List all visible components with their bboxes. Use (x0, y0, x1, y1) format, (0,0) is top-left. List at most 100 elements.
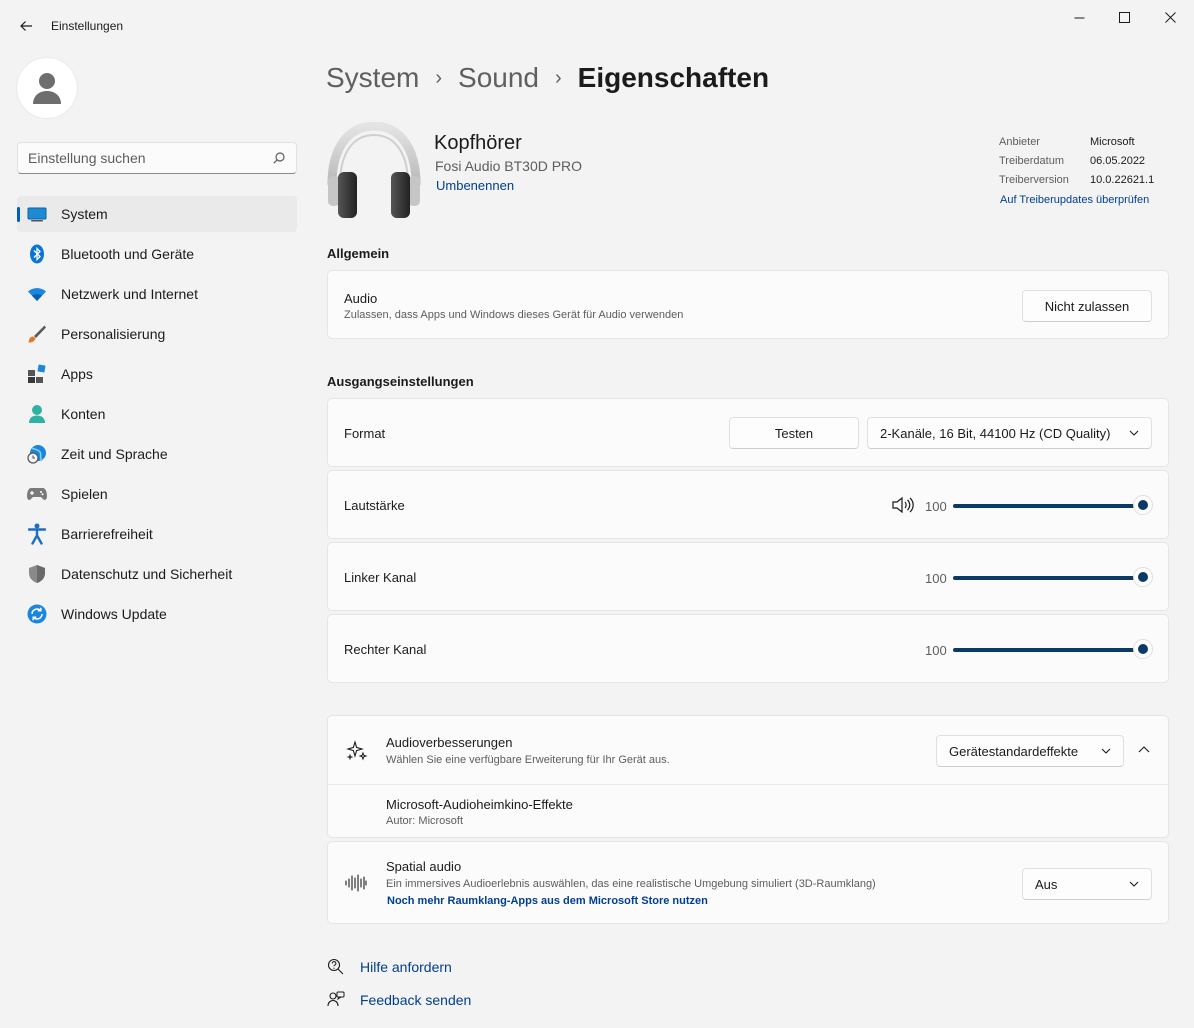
minimize-icon (1074, 17, 1084, 18)
right-channel-value: 100 (925, 643, 947, 658)
divider (328, 784, 1168, 785)
volume-slider-thumb[interactable] (1133, 495, 1153, 515)
right-channel-card: Rechter Kanal 100 (327, 614, 1169, 683)
back-arrow-icon (20, 21, 32, 31)
spatial-audio-title: Spatial audio (386, 859, 462, 874)
enhancements-subtitle: Wählen Sie eine verfügbare Erweiterung f… (386, 754, 670, 766)
left-channel-value: 100 (925, 571, 947, 586)
update-icon (27, 604, 47, 624)
chevron-down-icon (1129, 430, 1139, 436)
spatial-audio-dropdown-value: Aus (1035, 877, 1058, 892)
volume-value: 100 (925, 499, 947, 514)
minimize-button[interactable] (1056, 0, 1102, 34)
sparkle-icon (346, 740, 368, 761)
sidebar-item-label: Konten (61, 406, 106, 422)
sidebar-item-network[interactable]: Netzwerk und Internet (17, 276, 297, 312)
help-link[interactable]: Hilfe anfordern (360, 959, 452, 975)
maximize-icon (1118, 11, 1130, 23)
shield-icon (27, 564, 47, 584)
sidebar-item-label: System (61, 206, 108, 222)
left-channel-label: Linker Kanal (344, 570, 417, 585)
sidebar-item-accessibility[interactable]: Barrierefreiheit (17, 516, 297, 552)
settings-search[interactable] (17, 142, 297, 174)
spatial-audio-icon (345, 874, 367, 892)
bluetooth-icon (27, 244, 47, 264)
format-dropdown-value: 2-Kanäle, 16 Bit, 44100 Hz (CD Quality) (880, 426, 1111, 441)
account-icon (27, 404, 47, 424)
breadcrumb-system[interactable]: System (326, 62, 419, 94)
driver-update-link[interactable]: Auf Treiberupdates überprüfen (1000, 194, 1149, 206)
feedback-icon (327, 991, 345, 1007)
enhancements-title: Audioverbesserungen (386, 735, 513, 750)
sidebar-item-label: Spielen (61, 486, 108, 502)
left-channel-slider-thumb[interactable] (1133, 567, 1153, 587)
sidebar-item-time-language[interactable]: Zeit und Sprache (17, 436, 297, 472)
chevron-down-icon (1101, 748, 1111, 754)
page-title: Eigenschaften (577, 62, 770, 93)
close-button[interactable] (1147, 0, 1193, 34)
right-channel-label: Rechter Kanal (344, 642, 427, 657)
sidebar-item-accounts[interactable]: Konten (17, 396, 297, 432)
spatial-audio-subtitle: Ein immersives Audioerlebnis auswählen, … (386, 878, 876, 890)
chevron-down-icon (1129, 881, 1139, 887)
headphones-icon (327, 122, 421, 218)
spatial-audio-dropdown[interactable]: Aus (1022, 868, 1152, 900)
back-button[interactable] (12, 12, 40, 40)
sidebar-item-bluetooth[interactable]: Bluetooth und Geräte (17, 236, 297, 272)
volume-slider-track[interactable] (953, 504, 1143, 508)
format-card: Format Testen 2-Kanäle, 16 Bit, 44100 Hz… (327, 398, 1169, 467)
spatial-store-link[interactable]: Noch mehr Raumklang-Apps aus dem Microso… (387, 895, 708, 907)
breadcrumb: System › Sound › Eigenschaften (326, 58, 769, 98)
breadcrumb-separator: › (435, 66, 443, 89)
enhancements-dropdown[interactable]: Gerätestandardeffekte (936, 735, 1124, 767)
left-channel-slider-track[interactable] (953, 576, 1143, 580)
section-title-output: Ausgangseinstellungen (327, 374, 474, 389)
info-row-driver-version: Treiberversion 10.0.22621.1 (999, 174, 1154, 193)
breadcrumb-sound[interactable]: Sound (458, 62, 539, 94)
user-icon (33, 73, 61, 104)
sidebar-item-label: Bluetooth und Geräte (61, 246, 195, 262)
breadcrumb-separator: › (555, 66, 562, 89)
sidebar-item-personalization[interactable]: Personalisierung (17, 316, 297, 352)
format-label: Format (344, 426, 386, 441)
info-key: Treiberversion (999, 174, 1069, 186)
device-model: Fosi Audio BT30D PRO (435, 158, 583, 174)
system-icon (27, 204, 47, 224)
search-icon[interactable] (273, 152, 285, 164)
left-channel-card: Linker Kanal 100 (327, 542, 1169, 611)
app-title: Einstellungen (51, 19, 124, 33)
info-key: Treiberdatum (999, 155, 1065, 167)
help-icon (327, 958, 344, 975)
avatar[interactable] (17, 58, 77, 118)
chevron-up-icon[interactable] (1138, 745, 1150, 754)
rename-link[interactable]: Umbenennen (436, 178, 514, 193)
accessibility-icon (27, 523, 47, 545)
info-value: 06.05.2022 (1090, 155, 1146, 167)
sidebar-item-apps[interactable]: Apps (17, 356, 297, 392)
sidebar-item-label: Personalisierung (61, 326, 166, 342)
feedback-link[interactable]: Feedback senden (360, 992, 471, 1008)
apps-icon (27, 364, 47, 384)
title-bar: Einstellungen (0, 0, 1194, 48)
search-input[interactable] (28, 150, 268, 166)
sidebar-item-windows-update[interactable]: Windows Update (17, 596, 297, 632)
test-button[interactable]: Testen (729, 417, 859, 449)
maximize-button[interactable] (1101, 0, 1147, 34)
enhancements-dropdown-value: Gerätestandardeffekte (949, 744, 1079, 759)
info-value: Microsoft (1090, 136, 1135, 148)
right-channel-slider-track[interactable] (953, 648, 1143, 652)
format-dropdown[interactable]: 2-Kanäle, 16 Bit, 44100 Hz (CD Quality) (867, 417, 1152, 449)
info-key: Anbieter (999, 136, 1040, 148)
wifi-icon (27, 284, 47, 304)
effect-title: Microsoft-Audioheimkino-Effekte (386, 797, 573, 812)
right-channel-slider-thumb[interactable] (1133, 639, 1153, 659)
spatial-audio-card: Spatial audio Ein immersives Audioerlebn… (327, 841, 1169, 924)
sidebar-item-gaming[interactable]: Spielen (17, 476, 297, 512)
sidebar-nav: System Bluetooth und Geräte Netzwerk und… (17, 196, 297, 636)
device-name: Kopfhörer (434, 132, 522, 154)
disallow-button[interactable]: Nicht zulassen (1022, 290, 1152, 322)
speaker-icon[interactable] (892, 496, 914, 514)
effect-author: Autor: Microsoft (386, 815, 464, 827)
sidebar-item-privacy[interactable]: Datenschutz und Sicherheit (17, 556, 297, 592)
sidebar-item-system[interactable]: System (17, 196, 297, 232)
